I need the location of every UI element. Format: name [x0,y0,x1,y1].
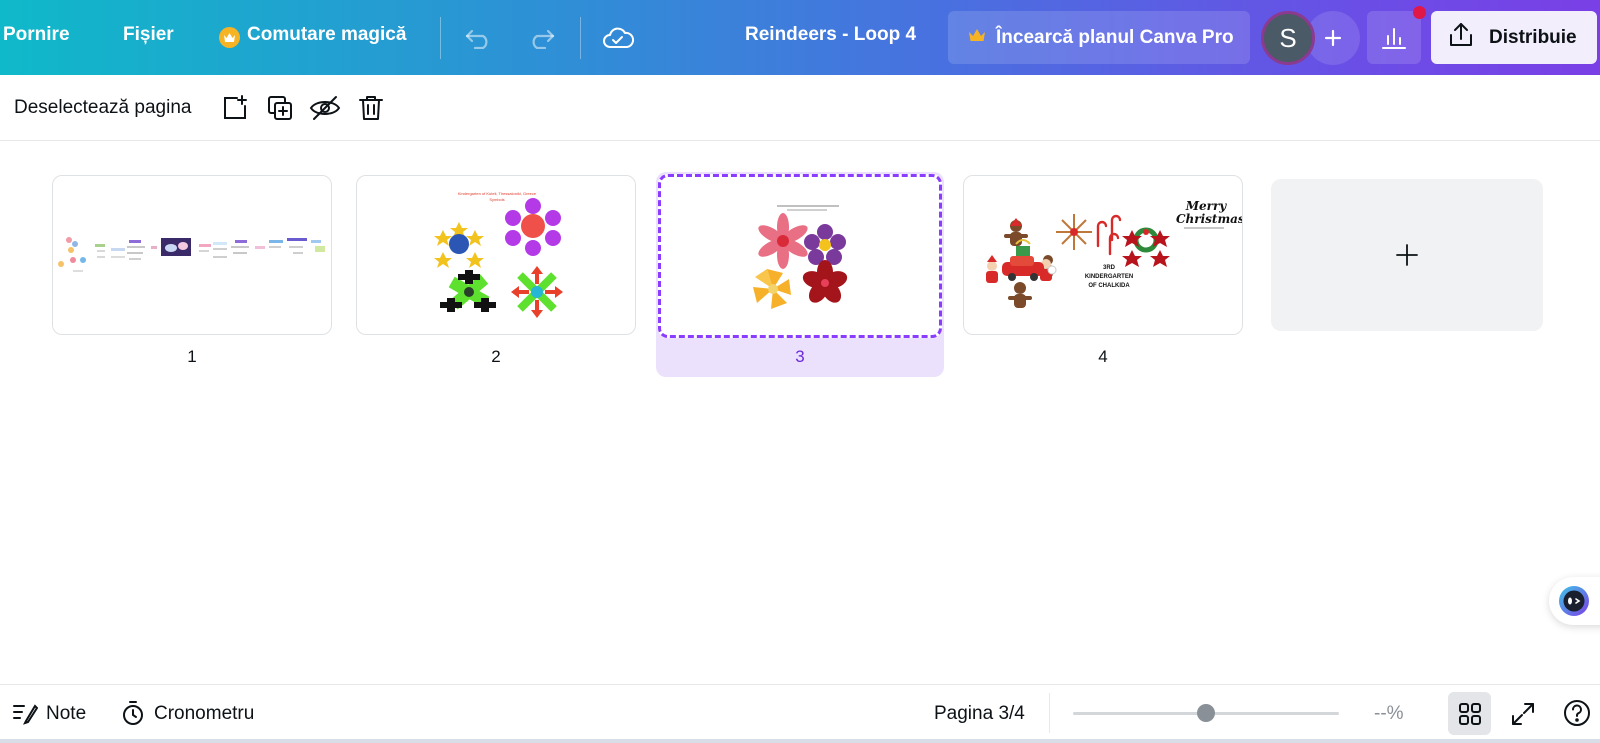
try-canva-pro-label: Încearcă planul Canva Pro [996,26,1234,48]
trash-icon[interactable] [354,91,388,125]
hide-page-icon[interactable] [308,91,342,125]
document-title[interactable]: Reindeers - Loop 4 [745,24,916,46]
page-preview-graphic [753,205,848,309]
try-canva-pro-button[interactable]: Încearcă planul Canva Pro [948,11,1250,64]
divider [580,17,581,59]
footer-bar: Note Cronometru Pagina 3/4 --% [0,684,1600,740]
home-menu[interactable]: Pornire [3,24,70,46]
page-number: 1 [187,347,197,366]
file-menu[interactable]: Fișier [123,24,174,46]
page-toolbar: Deselectează pagina [0,75,1600,141]
share-label: Distribuie [1489,26,1577,48]
grid-view-button[interactable] [1448,692,1491,735]
avatar[interactable]: S [1261,11,1315,65]
assistant-button[interactable] [1549,577,1600,625]
page-title: Merry Christmas! [1176,199,1243,226]
timer-button[interactable]: Cronometru [154,703,254,725]
top-bar: Pornire Fișier Comutare magică Reindeers… [0,0,1600,75]
deselect-page-button[interactable]: Deselectează pagina [14,97,191,119]
add-page-button[interactable] [1271,179,1543,331]
page-indicator: Pagina 3/4 [934,703,1025,724]
page-preview-graphic [434,198,563,318]
divider [1049,693,1050,733]
upload-icon [1447,21,1475,54]
magic-switch-button[interactable]: Comutare magică [247,24,406,46]
divider [440,17,441,59]
page-number: 4 [1098,347,1108,366]
crown-icon [219,27,240,48]
cloud-saved-icon[interactable] [602,22,634,54]
undo-icon[interactable] [463,22,495,54]
page-preview-graphic [58,237,325,272]
notification-badge [1413,6,1426,19]
duplicate-page-icon[interactable] [263,91,297,125]
page-preview[interactable]: Kindergarten of Kuteli, Thessaloniki, Gr… [356,175,636,335]
insights-button[interactable] [1367,11,1421,64]
page-preview[interactable] [52,175,332,335]
notes-icon[interactable] [12,701,39,730]
zoom-percentage[interactable]: --% [1374,703,1404,725]
assistant-face-icon [1559,586,1589,616]
page-thumbnail-3[interactable] [658,174,942,338]
share-button[interactable]: Distribuie [1431,11,1597,64]
add-page-icon[interactable] [218,91,252,125]
grid-icon [1458,702,1481,725]
page-subtitle: 3RD KINDERGARTEN OF CHALKIDA [1084,265,1134,289]
page-preview[interactable]: Merry Christmas! 3RD KINDERGARTEN OF CHA… [963,175,1243,335]
page-number: 2 [491,347,501,366]
page-number: 3 [795,347,805,366]
redo-icon[interactable] [525,22,557,54]
crown-icon [968,28,986,48]
help-icon[interactable] [1563,699,1591,732]
zoom-slider-handle[interactable] [1197,704,1215,722]
timer-icon[interactable] [121,700,145,731]
plus-icon [1396,244,1418,266]
notes-button[interactable]: Note [46,703,86,725]
fullscreen-icon[interactable] [1510,701,1536,732]
bottom-strip [0,739,1600,743]
